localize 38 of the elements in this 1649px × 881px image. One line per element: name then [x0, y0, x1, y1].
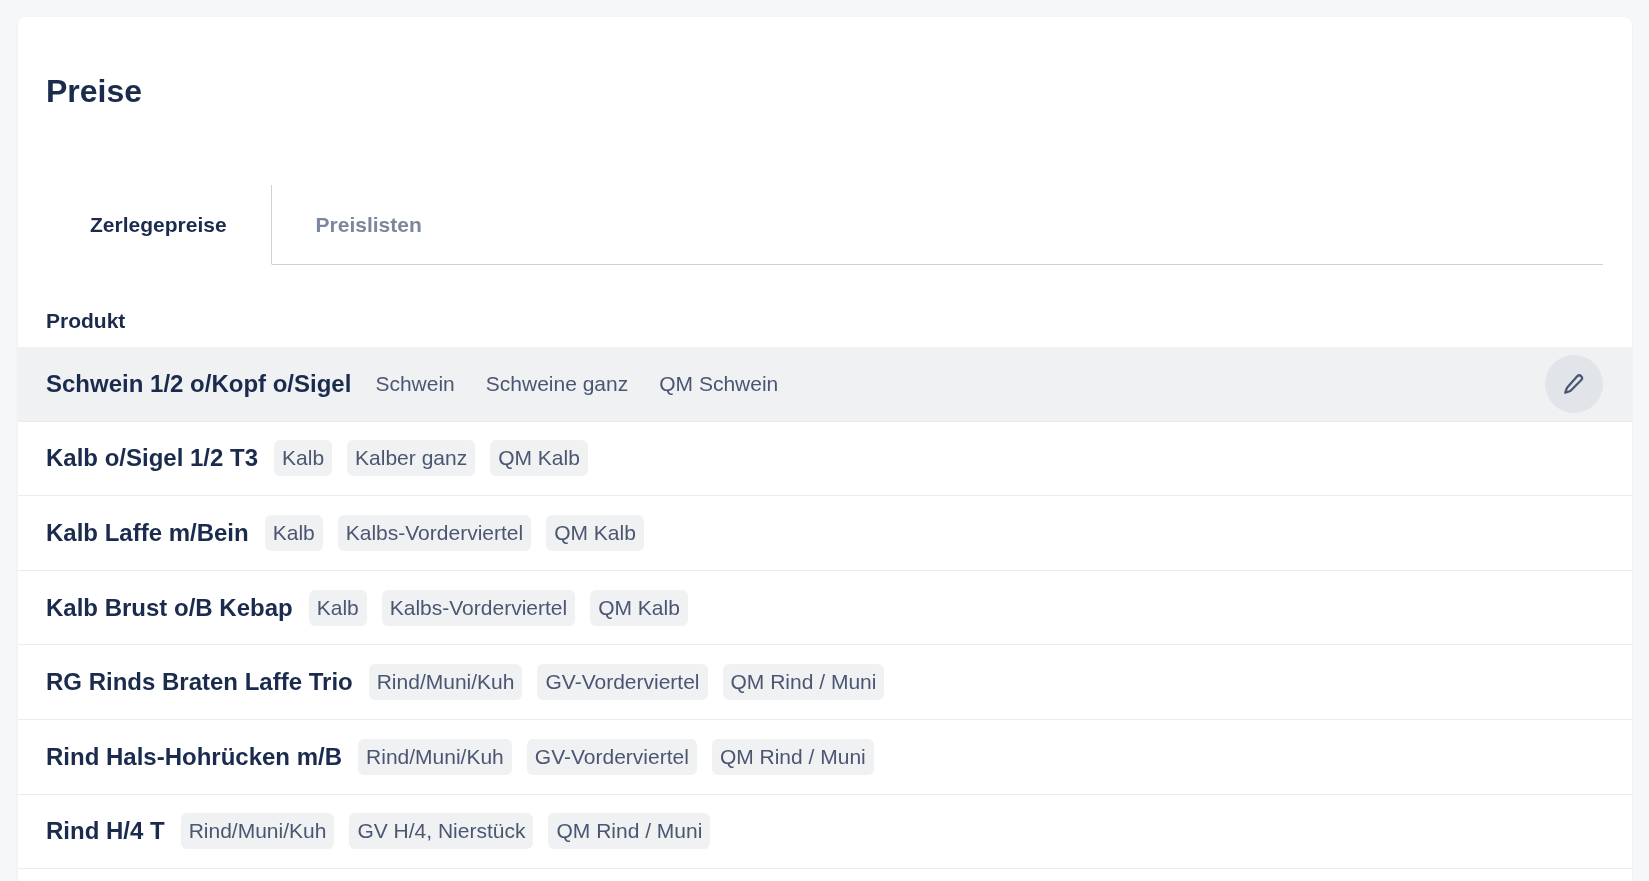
category-tag: GV-Vorderviertel: [526, 738, 697, 775]
table-row[interactable]: Rind Hals-Hohrücken m/B Rind/Muni/Kuh GV-Vorderviertel QM Rind / Muni: [18, 719, 1632, 795]
category-tag: QM Kalb: [546, 515, 644, 551]
table-row[interactable]: Kalb Laffe m/Bein Kalb Kalbs-Vorderviertel QM Kalb: [18, 496, 1632, 571]
category-tag: GV H/4, Nierstück: [349, 813, 534, 850]
category-tag: Rind/Muni/Kuh: [358, 738, 512, 775]
category-tag: Kalb: [274, 440, 333, 477]
table-row[interactable]: Kalb Brust o/B Kebap Kalb Kalbs-Vorderviertel QM Kalb: [18, 570, 1632, 646]
product-name: Kalb o/Sigel 1/2 T3: [46, 444, 259, 473]
category-tag: Kalbs-Vorderviertel: [381, 589, 576, 626]
table-row[interactable]: Kalb o/Sigel 1/2 T3 Kalb Kalber ganz QM Kalb: [18, 421, 1632, 497]
category-tag: Kalb: [264, 515, 323, 551]
table-row[interactable]: RG Rinds Braten Laffe Trio Rind/Muni/Kuh GV-Vorderviertel QM Rind / Muni: [18, 645, 1632, 720]
product-name: Kalb Laffe m/Bein: [46, 519, 249, 547]
category-tag: QM Rind / Muni: [722, 664, 885, 701]
category-tag: Kalber ganz: [347, 440, 476, 477]
category-tag: Kalb: [308, 589, 367, 626]
category-tag: Rind/Muni/Kuh: [368, 664, 523, 701]
product-name: RG Rinds Braten Laffe Trio: [46, 668, 353, 697]
product-name: Rind Hals-Hohrücken m/B: [46, 742, 343, 771]
product-name: Schwein 1/2 o/Kopf o/Sigel: [46, 369, 352, 398]
category-tag: GV-Vorderviertel: [537, 664, 708, 701]
category-tag: QM Kalb: [490, 440, 588, 477]
category-label: Schweine ganz: [484, 370, 630, 397]
category-tag: QM Rind / Muni: [548, 813, 711, 850]
category-label: Schwein: [374, 370, 456, 397]
category-tag: Kalbs-Vorderviertel: [337, 515, 532, 551]
table-row[interactable]: Schwein 1/2 o/Kopf o/Sigel Schwein Schweine ganz QM Schwein: [18, 347, 1632, 422]
product-name: Kalb Brust o/B Kebap: [46, 593, 293, 622]
category-tag: Rind/Muni/Kuh: [180, 813, 335, 850]
page-title: Preise: [46, 72, 143, 111]
column-header: Produkt: [46, 308, 126, 334]
product-name: Rind H/4 T: [46, 817, 165, 846]
table-row[interactable]: Rind H/4 T Rind/Muni/Kuh GV H/4, Nierstück QM Rind / Muni: [18, 794, 1632, 870]
category-label: QM Schwein: [658, 370, 780, 397]
category-tag: QM Rind / Muni: [711, 738, 874, 775]
pencil-icon: [1564, 373, 1584, 394]
category-tag: QM Kalb: [590, 589, 688, 626]
